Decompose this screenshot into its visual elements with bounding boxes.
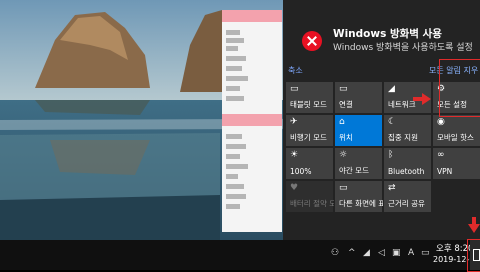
tile-connect[interactable]: ▭ 연결 [335,82,382,113]
tile-label: 근거리 공유 [388,199,425,208]
error-icon [302,31,322,51]
mobile-hotspot-icon: ◉ [437,117,445,127]
blurred-text [226,154,240,159]
tile-label: 비행기 모드 [290,133,327,142]
tile-focus-assist-moon[interactable]: ☾ 집중 지원 [384,115,431,146]
blurred-text [226,86,240,91]
collapse-link[interactable]: 축소 [288,65,303,76]
connect-icon: ▭ [339,84,348,94]
nearby-share-icon: ⇄ [388,183,396,193]
blurred-text [226,144,246,149]
pointer-arrow-stem [472,217,476,225]
tile-brightness[interactable]: ☀ 100% [286,148,333,179]
tile-label: 야간 모드 [339,166,369,175]
blurred-text [226,194,246,199]
tablet-mode-icon: ▭ [290,84,299,94]
blurred-text [226,164,248,169]
blurred-text [226,76,248,81]
blurred-text [226,184,244,189]
browser-window [222,10,282,232]
browser-tab-bar [222,114,282,126]
bluetooth-icon: ᛒ [388,150,394,160]
blurred-text [226,30,240,35]
defender-icon[interactable]: ▣ [392,248,401,258]
airplane-icon: ✈ [290,117,298,127]
night-light-icon: ☼ [339,150,348,160]
tile-label: VPN [437,167,453,176]
blurred-text [226,134,242,139]
project-icon: ▭ [339,183,348,193]
blurred-text [226,38,244,43]
notification-subtitle: Windows 방화벽을 사용하도록 설정 [333,43,473,53]
tile-airplane[interactable]: ✈ 비행기 모드 [286,115,333,146]
tile-label: 모바일 핫스 [437,133,474,142]
highlight-box [467,239,480,272]
focus-assist-moon-icon: ☾ [388,117,397,127]
blurred-text [226,66,242,71]
notification-title: Windows 방화벽 사용 [333,28,442,40]
tile-location[interactable]: ⌂ 위치 [335,115,382,146]
tile-night-light[interactable]: ☼ 야간 모드 [335,148,382,179]
blurred-text [226,204,240,209]
blurred-text [226,174,238,179]
ime-icon[interactable]: A [408,248,414,258]
blurred-text [226,96,244,101]
tile-label: 태블릿 모드 [290,100,327,109]
chevron-up-icon[interactable]: ^ [348,248,356,258]
highlight-box [439,59,480,117]
tile-label: 100% [290,167,312,176]
people-icon[interactable]: ⚇ [331,248,339,258]
blurred-text [226,56,246,61]
tile-label: 집중 지원 [388,133,418,142]
tile-nearby-share[interactable]: ⇄ 근거리 공유 [384,181,431,212]
pointer-arrow-down-icon [468,224,480,233]
tile-tablet-mode[interactable]: ▭ 태블릿 모드 [286,82,333,113]
tile-label: 연결 [339,100,353,109]
blurred-text [226,46,238,51]
pointer-arrow-icon [422,93,431,105]
tile-mobile-hotspot[interactable]: ◉ 모바일 핫스 [433,115,480,146]
volume-icon[interactable]: ◁ [378,248,385,258]
tile-project[interactable]: ▭ 다른 화면에 표시 [335,181,383,212]
browser-tab-bar [222,10,282,22]
brightness-icon: ☀ [290,150,299,160]
location-icon: ⌂ [339,117,345,127]
tile-battery-saver[interactable]: ♥ 배터리 절약 모드 [286,181,334,212]
action-center-panel: Windows 방화벽 사용 Windows 방화벽을 사용하도록 설정 축소 … [283,0,480,240]
tile-label: 다른 화면에 표시 [339,199,383,208]
tile-label: Bluetooth [388,167,425,176]
tile-label: 위치 [339,133,353,142]
tile-bluetooth[interactable]: ᛒ Bluetooth [384,148,431,179]
battery-saver-icon: ♥ [290,183,299,193]
display-tray-icon[interactable]: ▭ [421,248,430,258]
network-tray-icon[interactable]: ◢ [363,248,370,258]
vpn-icon: ∞ [437,150,445,160]
tile-vpn[interactable]: ∞ VPN [433,148,480,179]
tile-label: 배터리 절약 모드 [290,199,334,208]
network-icon: ◢ [388,84,395,94]
